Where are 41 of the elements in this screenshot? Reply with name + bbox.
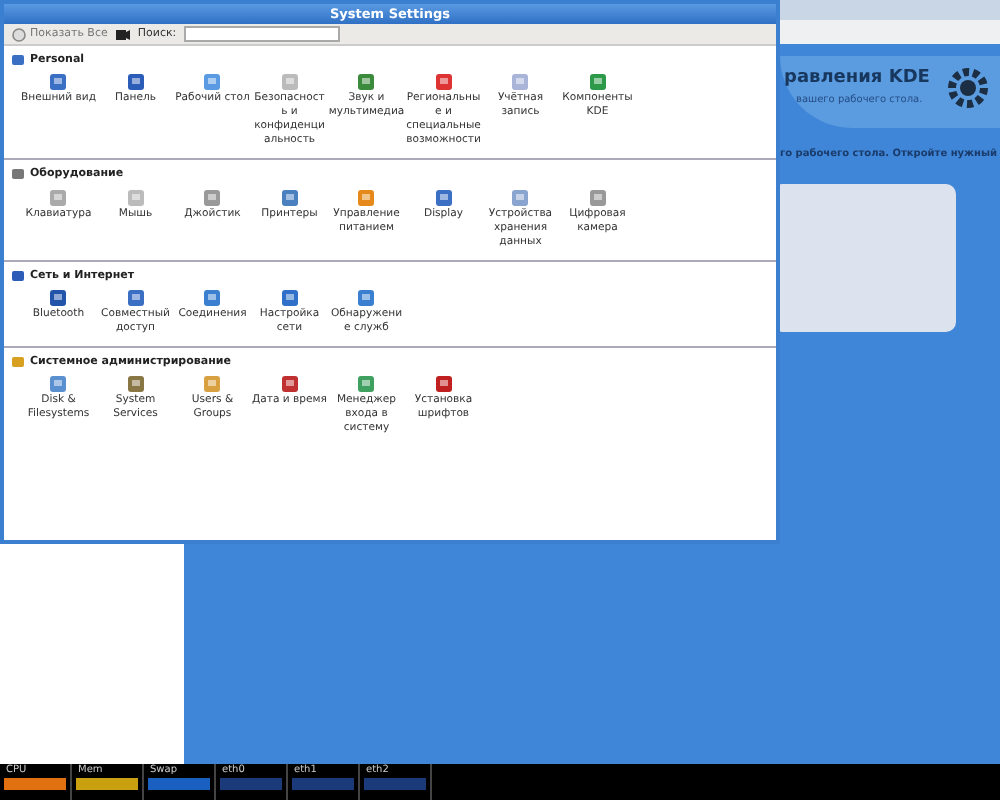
module-icon <box>433 72 454 93</box>
section-icon <box>12 269 24 282</box>
section-icon <box>12 168 24 181</box>
module-icon <box>279 72 300 93</box>
module-icon <box>279 187 300 207</box>
monitor-graph <box>4 778 66 790</box>
module-icon <box>48 72 69 93</box>
monitor-graph <box>220 778 282 790</box>
section-icon <box>12 54 24 67</box>
module-icon <box>279 374 300 394</box>
module-icon <box>279 287 300 308</box>
module-icon <box>202 374 223 394</box>
banner-title: равления KDE <box>784 66 930 92</box>
module-icon <box>356 187 377 207</box>
module-icon <box>202 287 223 308</box>
module-icon <box>356 374 377 394</box>
module-icon <box>510 72 531 93</box>
module-icon <box>125 287 146 308</box>
module-icon <box>125 72 146 93</box>
section-icon <box>12 355 24 368</box>
search-field[interactable] <box>184 26 341 42</box>
module-icon <box>202 187 223 207</box>
module-icon <box>433 374 454 394</box>
module-icon <box>510 187 531 207</box>
camera-icon <box>115 28 130 40</box>
monitor-graph <box>292 778 354 790</box>
circle-icon <box>12 27 26 41</box>
module-icon <box>48 287 69 308</box>
module-icon <box>202 72 223 93</box>
module-icon <box>356 287 377 308</box>
module-icon <box>356 72 377 93</box>
module-icon <box>587 72 608 93</box>
module-icon <box>125 374 146 394</box>
monitor-graph <box>76 778 138 790</box>
monitor-graph <box>364 778 426 790</box>
monitor-graph <box>148 778 210 790</box>
module-icon <box>125 187 146 207</box>
module-icon <box>433 187 454 207</box>
module-icon <box>48 374 69 394</box>
module-icon <box>587 187 608 207</box>
module-icon <box>48 187 69 207</box>
